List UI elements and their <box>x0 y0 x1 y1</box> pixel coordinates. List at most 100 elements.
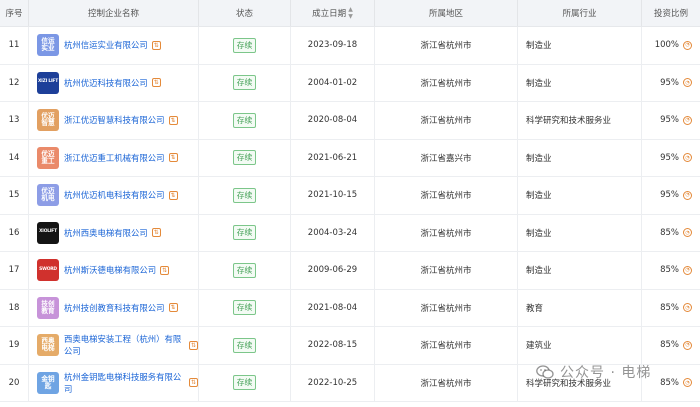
status-badge: 存续 <box>232 150 257 166</box>
company-name-link[interactable]: 西奥电梯安装工程（杭州）有限公司 <box>64 333 185 357</box>
equity-chart-icon[interactable]: ◔ <box>683 303 692 313</box>
equity-chart-icon[interactable]: ◔ <box>683 78 692 88</box>
company-cell: 金钥匙 杭州金钥匙电梯科技服务有限公司 ⇅ <box>29 364 199 401</box>
relation-graph-icon[interactable]: ⇅ <box>189 340 198 350</box>
company-name-link[interactable]: 杭州信运实业有限公司 <box>64 39 148 51</box>
relation-graph-icon[interactable]: ⇅ <box>151 228 161 238</box>
company-name-link[interactable]: 杭州技创教育科技有限公司 <box>64 302 165 314</box>
watermark-text: 公众号 · 电梯 <box>560 365 652 381</box>
table-row: 19 西奥 电梯 西奥电梯安装工程（杭州）有限公司 ⇅ 存续 2022-08-15… <box>0 327 700 365</box>
region: 浙江省杭州市 <box>375 214 518 251</box>
relation-graph-icon[interactable]: ⇅ <box>168 115 178 125</box>
region: 浙江省杭州市 <box>375 364 518 401</box>
status-badge: 存续 <box>232 112 257 128</box>
relation-graph-icon[interactable]: ⇅ <box>189 378 198 388</box>
table-row: 17 SWORD 杭州斯沃德电梯有限公司 ⇅ 存续 2009-06-29 浙江省… <box>0 252 700 290</box>
status-badge: 存续 <box>232 375 257 391</box>
investment-ratio: 95% <box>660 152 679 163</box>
region: 浙江省杭州市 <box>375 102 518 139</box>
company-name-link[interactable]: 杭州优迈科技有限公司 <box>64 77 148 89</box>
equity-chart-icon[interactable]: ◔ <box>683 153 692 163</box>
header-status: 状态 <box>199 0 291 26</box>
ratio-cell: 85% ◔ <box>642 215 700 252</box>
company-name-link[interactable]: 浙江优迈智慧科技有限公司 <box>64 114 165 126</box>
company-logo: 金钥匙 <box>37 371 59 394</box>
header-index: 序号 <box>0 0 29 26</box>
company-name-link[interactable]: 杭州西奥电梯有限公司 <box>64 227 148 239</box>
status-cell: 存续 <box>199 289 291 326</box>
status-cell: 存续 <box>199 364 291 401</box>
status-badge: 存续 <box>232 262 257 278</box>
industry: 制造业 <box>518 214 642 251</box>
equity-chart-icon[interactable]: ◔ <box>683 40 692 50</box>
founded-date: 2009-06-29 <box>291 252 375 289</box>
header-ratio: 投资比例 <box>653 9 688 19</box>
status-badge: 存续 <box>232 300 257 316</box>
region: 浙江省杭州市 <box>375 177 518 214</box>
investment-ratio: 85% <box>660 265 679 276</box>
status-cell: 存续 <box>199 177 291 214</box>
company-cell: 西奥 电梯 西奥电梯安装工程（杭州）有限公司 ⇅ <box>29 327 199 364</box>
equity-chart-icon[interactable]: ◔ <box>683 265 692 275</box>
ratio-cell: 100% ◔ <box>642 27 700 64</box>
investment-ratio: 85% <box>660 340 679 351</box>
industry: 制造业 <box>518 27 642 64</box>
equity-chart-icon[interactable]: ◔ <box>683 228 692 238</box>
watermark: 公众号 · 电梯 <box>536 362 651 382</box>
ratio-cell: 95% ◔ <box>642 140 700 177</box>
row-index: 12 <box>0 64 29 101</box>
relation-graph-icon[interactable]: ⇅ <box>168 153 178 163</box>
company-cell: 优迈 智慧 浙江优迈智慧科技有限公司 ⇅ <box>29 102 199 139</box>
company-logo: 信运 实业 <box>37 34 59 57</box>
equity-chart-icon[interactable]: ◔ <box>683 340 692 350</box>
company-cell: 优迈 重工 浙江优迈重工机械有限公司 ⇅ <box>29 139 199 176</box>
founded-date: 2022-10-25 <box>291 364 375 401</box>
equity-chart-icon[interactable]: ◔ <box>683 378 692 388</box>
equity-chart-icon[interactable]: ◔ <box>683 115 692 125</box>
investment-ratio: 100% <box>654 40 679 51</box>
company-name-link[interactable]: 杭州斯沃德电梯有限公司 <box>64 264 156 276</box>
relation-graph-icon[interactable]: ⇅ <box>151 78 161 88</box>
relation-graph-icon[interactable]: ⇅ <box>168 303 178 313</box>
header-region: 所属地区 <box>375 0 518 26</box>
company-name-link[interactable]: 杭州优迈机电科技有限公司 <box>64 189 165 201</box>
row-index: 20 <box>0 364 29 401</box>
company-logo: 优迈 重工 <box>37 146 59 169</box>
founded-date: 2021-10-15 <box>291 177 375 214</box>
region: 浙江省杭州市 <box>375 327 518 364</box>
row-index: 19 <box>0 327 29 364</box>
relation-graph-icon[interactable]: ⇅ <box>168 190 178 200</box>
status-badge: 存续 <box>232 337 257 353</box>
company-name-link[interactable]: 杭州金钥匙电梯科技服务有限公司 <box>64 371 185 395</box>
status-cell: 存续 <box>199 327 291 364</box>
company-cell: XIZI LIFT 杭州优迈科技有限公司 ⇅ <box>29 64 199 101</box>
company-name-link[interactable]: 浙江优迈重工机械有限公司 <box>64 152 165 164</box>
row-index: 17 <box>0 252 29 289</box>
ratio-cell: 95% ◔ <box>642 177 700 214</box>
industry: 教育 <box>518 289 642 326</box>
relation-graph-icon[interactable]: ⇅ <box>151 40 161 50</box>
table-header: 序号 控制企业名称 状态 成立日期 ▲ ▼ 所属地区 所属行业 投资比例 <box>0 0 700 27</box>
company-logo: 优迈 机电 <box>37 184 59 207</box>
status-cell: 存续 <box>199 102 291 139</box>
header-industry: 所属行业 <box>518 0 642 26</box>
table-row: 11 信运 实业 杭州信运实业有限公司 ⇅ 存续 2023-09-18 浙江省杭州… <box>0 27 700 65</box>
equity-chart-icon[interactable]: ◔ <box>683 190 692 200</box>
investment-ratio: 95% <box>660 190 679 201</box>
status-badge: 存续 <box>232 225 257 241</box>
table-row: 13 优迈 智慧 浙江优迈智慧科技有限公司 ⇅ 存续 2020-08-04 浙江省… <box>0 102 700 140</box>
relation-graph-icon[interactable]: ⇅ <box>160 265 170 275</box>
header-date[interactable]: 成立日期 ▲ ▼ <box>291 0 375 26</box>
region: 浙江省杭州市 <box>375 289 518 326</box>
table-row: 14 优迈 重工 浙江优迈重工机械有限公司 ⇅ 存续 2021-06-21 浙江省… <box>0 139 700 177</box>
status-cell: 存续 <box>199 139 291 176</box>
company-cell: 信运 实业 杭州信运实业有限公司 ⇅ <box>29 27 199 64</box>
industry: 制造业 <box>518 177 642 214</box>
company-logo: XIOLIFT <box>37 221 59 244</box>
ratio-cell: 85% ◔ <box>642 327 700 364</box>
founded-date: 2022-08-15 <box>291 327 375 364</box>
controlled-companies-table: 序号 控制企业名称 状态 成立日期 ▲ ▼ 所属地区 所属行业 投资比例 11 信… <box>0 0 700 402</box>
ratio-cell: 85% ◔ <box>642 252 700 289</box>
status-cell: 存续 <box>199 252 291 289</box>
sort-icon[interactable]: ▲ ▼ <box>348 6 353 20</box>
